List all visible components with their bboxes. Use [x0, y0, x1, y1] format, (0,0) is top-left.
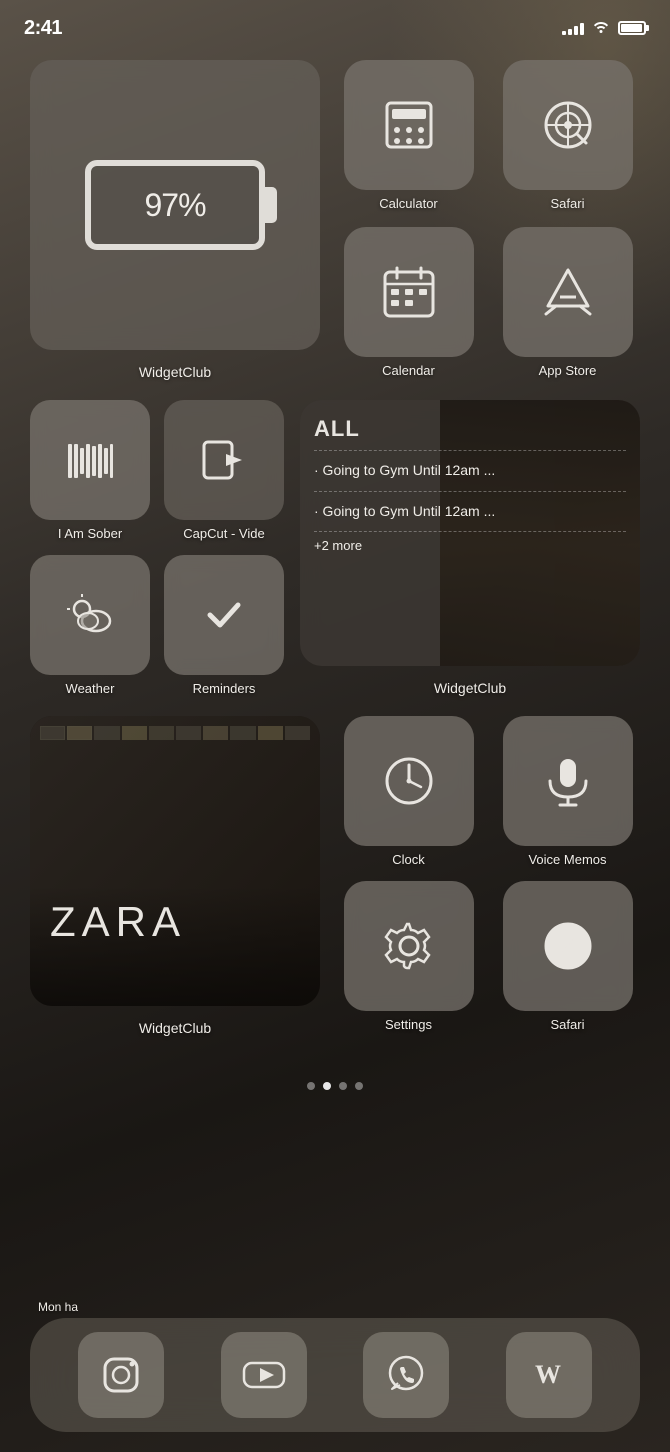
safari1-label: Safari [551, 196, 585, 211]
capcut-label: CapCut - Vide [183, 526, 264, 541]
youtube-icon[interactable] [221, 1332, 307, 1418]
iamsober-app[interactable]: I Am Sober [30, 400, 150, 541]
dock-instagram[interactable] [78, 1332, 164, 1418]
clock-app[interactable]: Clock [336, 716, 481, 867]
appstore-icon[interactable] [503, 227, 633, 357]
page-dots [0, 1082, 670, 1090]
page-dot-1[interactable] [307, 1082, 315, 1090]
left-small-grid: I Am Sober CapCut - Vide [30, 400, 284, 696]
small-app-grid-top: I Am Sober CapCut - Vide [30, 400, 284, 541]
safari1-app[interactable]: Safari [495, 60, 640, 213]
battery-percentage: 97% [144, 187, 205, 224]
clock-label: Clock [392, 852, 425, 867]
page-dot-2[interactable] [323, 1082, 331, 1090]
page-dot-4[interactable] [355, 1082, 363, 1090]
voicememos-icon[interactable] [503, 716, 633, 846]
right-app-col: Clock Voice Memos [336, 716, 640, 1032]
calendar-icon[interactable] [344, 227, 474, 357]
whatsapp-icon[interactable] [363, 1332, 449, 1418]
calculator-icon[interactable] [344, 60, 474, 190]
calculator-label: Calculator [379, 196, 438, 211]
calendar-event-1: · Going to Gym Until 12am ... [314, 457, 626, 485]
calendar-widget-title: ALL [314, 416, 626, 442]
small-app-grid-bottom: Weather Reminders [30, 555, 284, 696]
safari2-icon[interactable] [503, 881, 633, 1011]
calendar-widget-card[interactable]: ALL · Going to Gym Until 12am ... · Goin… [300, 400, 640, 666]
row-3-right-bottom: Settings Safar [336, 881, 640, 1032]
reminders-icon[interactable] [164, 555, 284, 675]
iamsober-icon[interactable] [30, 400, 150, 520]
voicememos-label: Voice Memos [528, 852, 606, 867]
calendar-label: Calendar [382, 363, 435, 378]
row-3: ZARA WidgetClub [30, 716, 640, 1036]
calendar-divider-1 [314, 450, 626, 451]
calendar-divider-3 [314, 531, 626, 532]
dock-youtube[interactable] [221, 1332, 307, 1418]
clock-icon[interactable] [344, 716, 474, 846]
iamsober-label: I Am Sober [58, 526, 122, 541]
wattpad-icon[interactable]: W [506, 1332, 592, 1418]
status-icons [562, 19, 646, 38]
zara-text: ZARA [50, 898, 186, 946]
dock-wattpad[interactable]: W [506, 1332, 592, 1418]
row-1: 97% WidgetClub [30, 60, 640, 380]
calendar-widget-content: ALL · Going to Gym Until 12am ... · Goin… [300, 400, 640, 666]
settings-app[interactable]: Settings [336, 881, 481, 1032]
calculator-app[interactable]: Calculator [336, 60, 481, 213]
appstore-label: App Store [539, 363, 597, 378]
voicememos-app[interactable]: Voice Memos [495, 716, 640, 867]
safari2-app[interactable]: Safari [495, 881, 640, 1032]
calendar-widget-container[interactable]: ALL · Going to Gym Until 12am ... · Goin… [300, 400, 640, 696]
signal-icon [562, 21, 584, 35]
weather-icon[interactable] [30, 555, 150, 675]
zara-widget-card[interactable]: ZARA [30, 716, 320, 1006]
row-3-right-top: Clock Voice Memos [336, 716, 640, 867]
home-grid: 97% WidgetClub [0, 50, 670, 1066]
reminders-label: Reminders [193, 681, 256, 696]
instagram-icon[interactable] [78, 1332, 164, 1418]
calendar-event-2: · Going to Gym Until 12am ... [314, 498, 626, 526]
top-right-app-grid: Calculator [336, 60, 640, 380]
status-time: 2:41 [24, 17, 62, 40]
svg-text:W: W [535, 1360, 561, 1389]
battery-display-container: 97% [85, 160, 265, 250]
page-dot-3[interactable] [339, 1082, 347, 1090]
row-2: I Am Sober CapCut - Vide [30, 400, 640, 696]
appstore-app[interactable]: App Store [495, 227, 640, 380]
calendar-more: +2 more [314, 538, 626, 553]
calendar-divider-2 [314, 491, 626, 492]
battery-status-icon [618, 21, 646, 35]
battery-widget-label: WidgetClub [139, 364, 211, 380]
dock-whatsapp[interactable] [363, 1332, 449, 1418]
dock: Mon ha [30, 1318, 640, 1432]
wifi-icon [592, 19, 610, 38]
battery-display: 97% [85, 160, 265, 250]
dock-partial-label: Mon ha [38, 1300, 78, 1314]
safari2-label: Safari [551, 1017, 585, 1032]
calendar-app[interactable]: Calendar [336, 227, 481, 380]
safari1-icon[interactable] [503, 60, 633, 190]
weather-label: Weather [66, 681, 115, 696]
settings-label: Settings [385, 1017, 432, 1032]
battery-widget[interactable]: 97% WidgetClub [30, 60, 320, 380]
zara-widget-container[interactable]: ZARA WidgetClub [30, 716, 320, 1036]
reminders-app[interactable]: Reminders [164, 555, 284, 696]
capcut-icon[interactable] [164, 400, 284, 520]
capcut-app[interactable]: CapCut - Vide [164, 400, 284, 541]
calendar-widget-label: WidgetClub [434, 680, 506, 696]
battery-widget-card[interactable]: 97% [30, 60, 320, 350]
status-bar: 2:41 [0, 0, 670, 50]
zara-building-overlay [30, 716, 320, 1006]
zara-widget-label: WidgetClub [139, 1020, 211, 1036]
settings-icon[interactable] [344, 881, 474, 1011]
weather-app[interactable]: Weather [30, 555, 150, 696]
